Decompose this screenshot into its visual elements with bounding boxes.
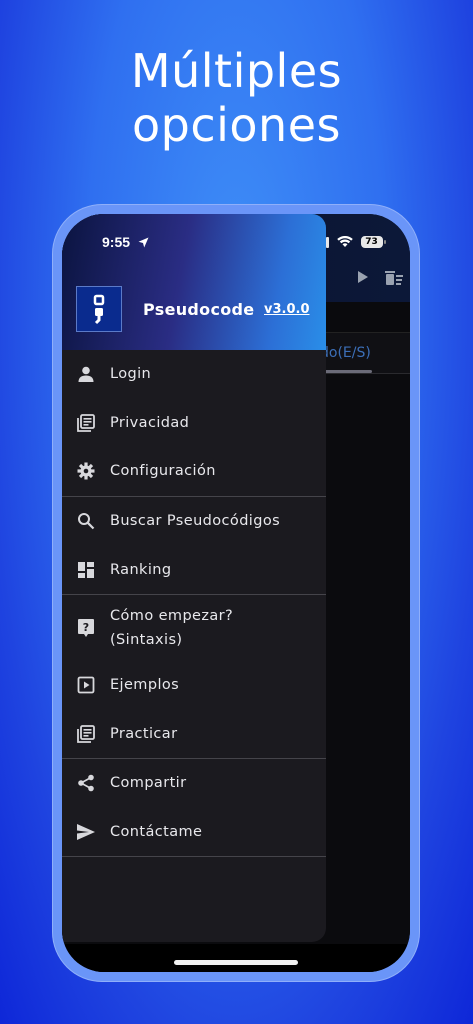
headline-line-2: opciones xyxy=(132,98,341,152)
svg-text:?: ? xyxy=(83,621,89,634)
status-time: 9:55 xyxy=(102,234,131,250)
battery-indicator: 73 xyxy=(360,236,386,248)
drawer-menu: Login Privacidad Configuración Buscar Ps… xyxy=(62,350,326,858)
menu-label: Cómo empezar? (Sintaxis) xyxy=(110,607,234,648)
semicolon-icon xyxy=(93,294,105,325)
person-icon xyxy=(76,364,96,384)
menu-divider xyxy=(62,856,326,858)
headline: Múltiples opciones xyxy=(0,44,473,152)
dashboard-icon xyxy=(76,560,96,580)
menu-label: Privacidad xyxy=(110,414,190,431)
menu-label: Ranking xyxy=(110,561,172,578)
menu-item-ejemplos[interactable]: Ejemplos xyxy=(62,661,326,710)
home-indicator[interactable] xyxy=(174,960,298,965)
search-icon xyxy=(76,511,96,531)
article-icon xyxy=(76,413,96,433)
navigation-drawer: 9:55 Pseudocode v3.0.0 Login Privacidad … xyxy=(62,214,326,942)
menu-label: Ejemplos xyxy=(110,677,180,694)
menu-item-configuracion[interactable]: Configuración xyxy=(62,447,326,496)
wifi-icon xyxy=(336,236,353,247)
gear-icon xyxy=(76,461,96,481)
tab-indicator xyxy=(320,370,372,373)
menu-label: Buscar Pseudocódigos xyxy=(110,513,281,530)
menu-label: Configuración xyxy=(110,463,216,480)
play-icon[interactable] xyxy=(358,271,368,283)
menu-item-privacidad[interactable]: Privacidad xyxy=(62,399,326,448)
location-arrow-icon xyxy=(138,237,149,248)
drawer-header: 9:55 Pseudocode v3.0.0 xyxy=(62,214,326,350)
app-logo xyxy=(76,286,122,332)
tab-io[interactable]: do(E/S) xyxy=(320,345,371,361)
menu-item-buscar[interactable]: Buscar Pseudocódigos xyxy=(62,497,326,546)
menu-item-practicar[interactable]: Practicar xyxy=(62,710,326,759)
play-box-icon xyxy=(76,675,96,695)
menu-item-compartir[interactable]: Compartir xyxy=(62,759,326,808)
help-icon: ? xyxy=(76,618,96,638)
send-icon xyxy=(76,822,96,842)
menu-item-login[interactable]: Login xyxy=(62,350,326,399)
headline-line-1: Múltiples xyxy=(130,44,343,98)
menu-label: Practicar xyxy=(110,725,178,742)
share-icon xyxy=(76,773,96,793)
version-link[interactable]: v3.0.0 xyxy=(264,302,310,317)
article-icon xyxy=(76,724,96,744)
app-name: Pseudocode xyxy=(143,300,255,319)
menu-item-ranking[interactable]: Ranking xyxy=(62,545,326,594)
menu-label: Contáctame xyxy=(110,824,203,841)
bottom-bar xyxy=(62,944,410,972)
phone-frame: 73 do(E/S) 9:55 Pseudocode v3.0.0 Login … xyxy=(52,204,420,982)
delete-sweep-icon[interactable] xyxy=(384,270,404,286)
menu-item-contactame[interactable]: Contáctame xyxy=(62,808,326,857)
menu-item-como-empezar[interactable]: ? Cómo empezar? (Sintaxis) xyxy=(62,595,326,661)
menu-label: Compartir xyxy=(110,775,187,792)
menu-label: Login xyxy=(110,366,152,383)
phone-screen: 73 do(E/S) 9:55 Pseudocode v3.0.0 Login … xyxy=(62,214,410,972)
